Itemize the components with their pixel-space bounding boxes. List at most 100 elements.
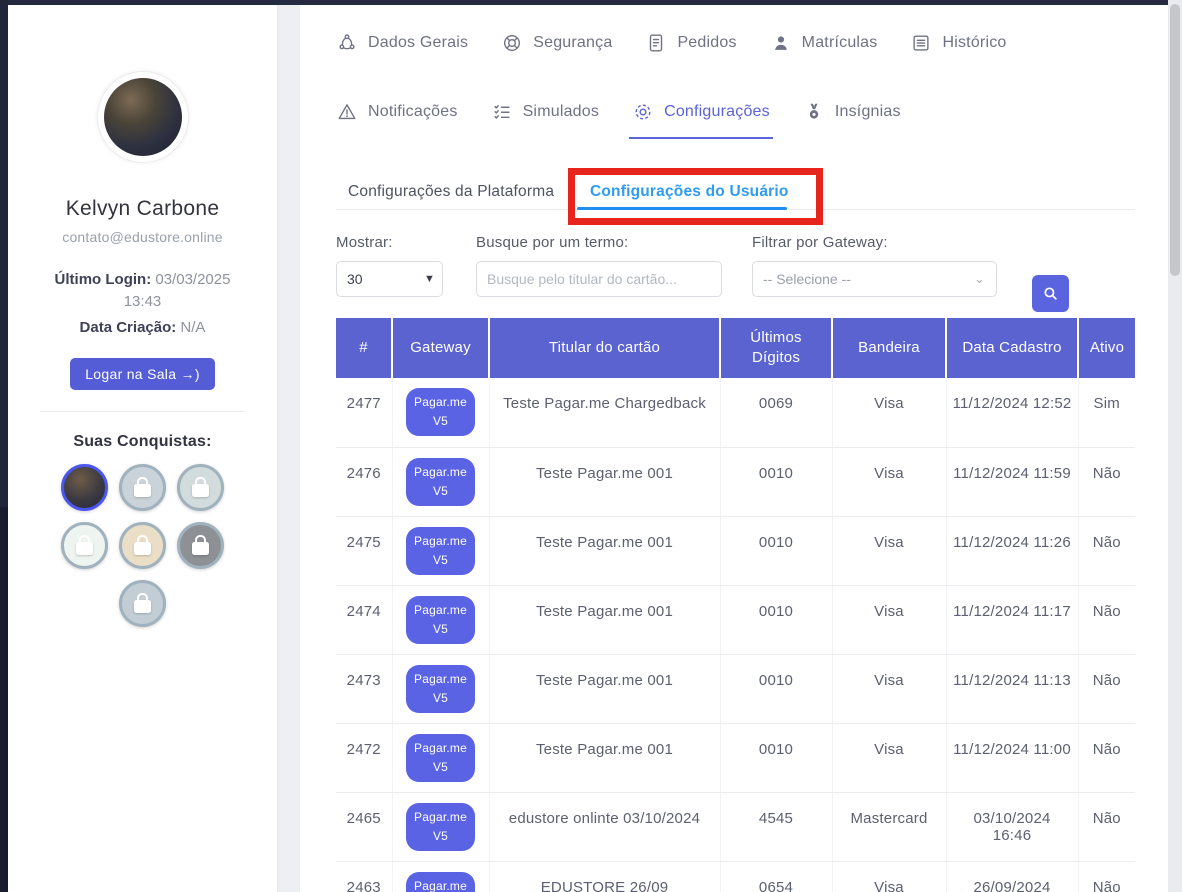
tab-pedidos[interactable]: Pedidos <box>645 32 736 54</box>
table-row-2472: 2472Pagar.meV5Teste Pagar.me 0010010Visa… <box>336 723 1135 792</box>
tab-label: Insígnias <box>835 103 901 121</box>
cell-id: 2473 <box>336 654 392 723</box>
tab-seguranca[interactable]: Segurança <box>501 32 612 54</box>
achievement-badge-3[interactable] <box>177 464 224 511</box>
cell-date: 11/12/2024 12:52 <box>946 378 1078 447</box>
search-button[interactable] <box>1032 275 1069 312</box>
tab-dados-gerais[interactable]: Dados Gerais <box>336 32 468 54</box>
search-input[interactable] <box>476 261 722 297</box>
gateway-badge: Pagar.meV5 <box>406 596 475 644</box>
cell-id: 2472 <box>336 723 392 792</box>
cell-digits: 0069 <box>720 378 832 447</box>
cell-gateway: Pagar.meV5 <box>392 585 489 654</box>
table-row-2463: 2463Pagar.meV5EDUSTORE 26/090654Visa26/0… <box>336 861 1135 892</box>
tab-label: Notificações <box>368 103 458 121</box>
cell-brand: Visa <box>832 447 946 516</box>
active-subtab-underline <box>577 207 787 210</box>
cell-brand: Visa <box>832 516 946 585</box>
table-row-2465: 2465Pagar.meV5edustore onlinte 03/10/202… <box>336 792 1135 861</box>
gateway-badge: Pagar.meV5 <box>406 734 475 782</box>
column-header-gateway: Gateway <box>392 318 489 378</box>
tab-insignias[interactable]: Insígnias <box>803 101 901 123</box>
notifications-icon <box>336 101 358 123</box>
last-login-label: Último Login: <box>55 271 152 288</box>
cell-gateway: Pagar.meV5 <box>392 792 489 861</box>
achievement-badge-1[interactable] <box>61 464 108 511</box>
tab-matriculas[interactable]: Matrículas <box>770 32 878 54</box>
last-login-info: Último Login: 03/03/2025 13:43 <box>45 269 241 313</box>
lock-icon <box>134 542 151 555</box>
cell-active: Sim <box>1078 378 1135 447</box>
left-edge-strip <box>0 0 8 892</box>
cell-holder: EDUSTORE 26/09 <box>489 861 720 892</box>
cell-id: 2463 <box>336 861 392 892</box>
cell-date: 11/12/2024 11:00 <box>946 723 1078 792</box>
profile-sidebar: Kelvyn Carbone contato@edustore.online Ú… <box>8 5 277 892</box>
login-room-label: Logar na Sala <box>85 366 176 382</box>
search-icon <box>1042 285 1059 302</box>
achievement-badge-6[interactable] <box>177 522 224 569</box>
cell-holder: Teste Pagar.me 001 <box>489 447 720 516</box>
lock-icon <box>134 600 151 613</box>
tab-simulados[interactable]: Simulados <box>491 101 600 123</box>
lock-icon <box>76 542 93 555</box>
achievements-grid <box>50 464 236 627</box>
achievement-badge-4[interactable] <box>61 522 108 569</box>
show-select[interactable]: 30 <box>336 261 443 297</box>
cell-holder: Teste Pagar.me Chargedback <box>489 378 720 447</box>
column-header-data-cadastro: Data Cadastro <box>946 318 1078 378</box>
avatar-ring <box>97 71 189 163</box>
cell-gateway: Pagar.meV5 <box>392 723 489 792</box>
gateway-badge: Pagar.meV5 <box>406 665 475 713</box>
subtab-configuracoes-da-plataforma[interactable]: Configurações da Plataforma <box>348 183 554 201</box>
cell-holder: Teste Pagar.me 001 <box>489 654 720 723</box>
tab-label: Matrículas <box>802 34 878 52</box>
gateway-badge: Pagar.meV5 <box>406 388 475 436</box>
data-icon <box>336 32 358 54</box>
cell-digits: 0654 <box>720 861 832 892</box>
cell-active: Não <box>1078 723 1135 792</box>
tab-label: Configurações <box>664 103 770 121</box>
cell-active: Não <box>1078 654 1135 723</box>
tabs-row-1: Dados Gerais Segurança Pedidos Matrículas Hi… <box>336 32 1007 54</box>
scrollbar-thumb[interactable] <box>1170 4 1180 276</box>
creation-date-label: Data Criação: <box>80 319 177 336</box>
tab-label: Simulados <box>523 103 600 121</box>
subtab-configuracoes-do-usuario[interactable]: Configurações do Usuário <box>590 183 789 201</box>
profile-name: Kelvyn Carbone <box>8 197 277 221</box>
achievement-badge-5[interactable] <box>119 522 166 569</box>
enrollments-icon <box>770 32 792 54</box>
cell-gateway: Pagar.meV5 <box>392 516 489 585</box>
cell-brand: Visa <box>832 378 946 447</box>
gateway-badge: Pagar.meV5 <box>406 527 475 575</box>
table-row-2475: 2475Pagar.meV5Teste Pagar.me 0010010Visa… <box>336 516 1135 585</box>
cell-active: Não <box>1078 447 1135 516</box>
cell-digits: 0010 <box>720 654 832 723</box>
filters-bar: Mostrar: 30 ▼ Busque por um termo: Filtr… <box>336 234 1135 324</box>
cell-holder: edustore onlinte 03/10/2024 <box>489 792 720 861</box>
cell-active: Não <box>1078 516 1135 585</box>
achievement-badge-2[interactable] <box>119 464 166 511</box>
login-room-button[interactable]: Logar na Sala →) <box>70 358 215 390</box>
avatar <box>104 78 182 156</box>
cell-date: 03/10/2024 16:46 <box>946 792 1078 861</box>
tab-notificacoes[interactable]: Notificações <box>336 101 458 123</box>
gateway-select[interactable]: -- Selecione -- <box>752 261 997 297</box>
cards-table: #GatewayTitular do cartãoÚltimos Dígitos… <box>336 318 1135 892</box>
cell-gateway: Pagar.meV5 <box>392 861 489 892</box>
achievement-badge-7[interactable] <box>119 580 166 627</box>
cell-date: 11/12/2024 11:17 <box>946 585 1078 654</box>
lock-icon <box>192 484 209 497</box>
cell-active: Não <box>1078 861 1135 892</box>
tab-configuracoes[interactable]: Configurações <box>632 101 770 123</box>
column-header-titular-do-cartao: Titular do cartão <box>489 318 720 378</box>
cell-id: 2476 <box>336 447 392 516</box>
table-row-2474: 2474Pagar.meV5Teste Pagar.me 0010010Visa… <box>336 585 1135 654</box>
cell-digits: 0010 <box>720 447 832 516</box>
cell-digits: 0010 <box>720 516 832 585</box>
cell-gateway: Pagar.meV5 <box>392 378 489 447</box>
tab-historico[interactable]: Histórico <box>910 32 1006 54</box>
tab-label: Histórico <box>942 34 1006 52</box>
cell-brand: Mastercard <box>832 792 946 861</box>
gateway-badge: Pagar.meV5 <box>406 872 475 892</box>
